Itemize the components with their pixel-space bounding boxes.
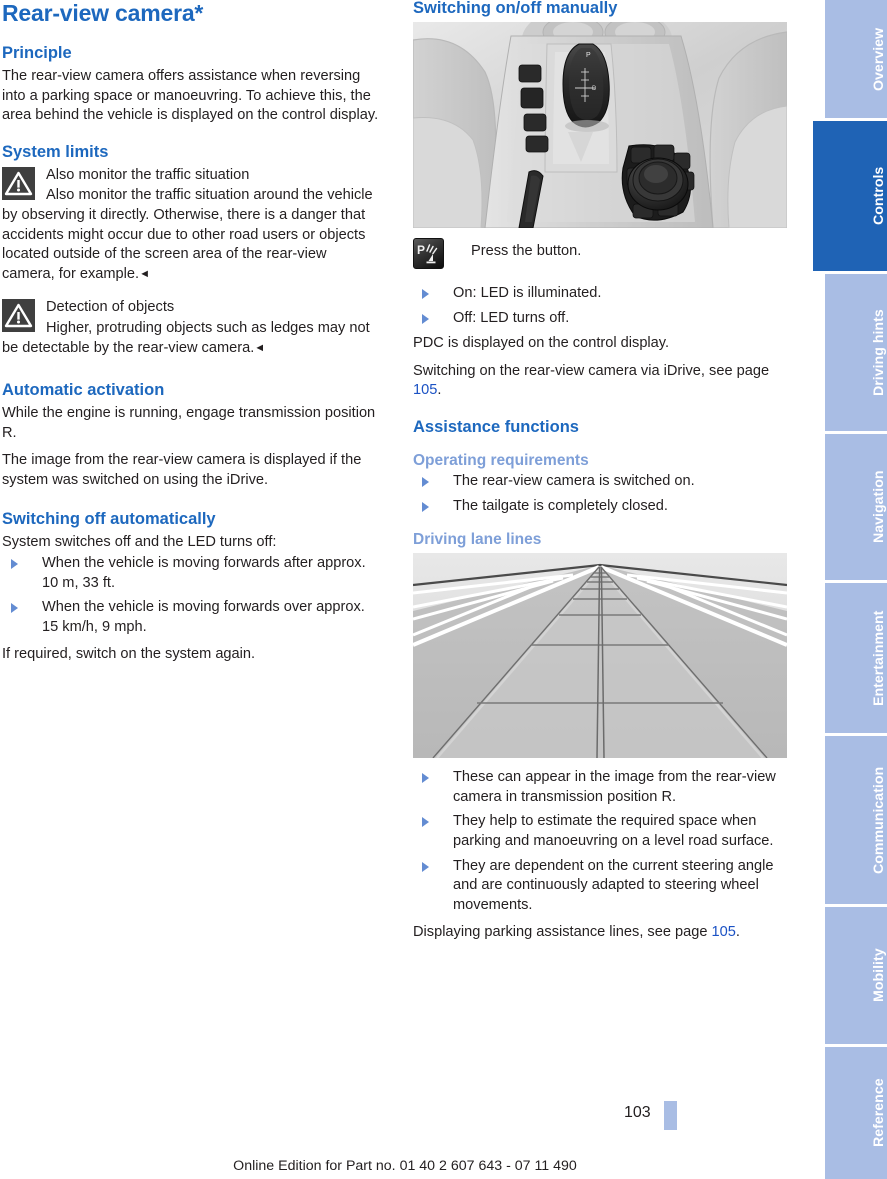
warning-title: Detection of objects (46, 299, 175, 316)
list-item: They help to estimate the required space… (413, 812, 792, 851)
list-item-label: They are dependent on the current steeri… (453, 857, 774, 913)
sidebar-tab-navigation[interactable]: Navigation (825, 434, 887, 580)
bullet-triangle-icon (422, 773, 429, 784)
warning-endmark: ◄ (139, 267, 150, 280)
bullet-triangle-icon (422, 501, 429, 512)
warning-endmark: ◄ (254, 341, 266, 354)
sidebar-tab-driving-hints[interactable]: Driving hints (825, 274, 887, 431)
list-item: When the vehicle is moving forwards afte… (2, 554, 381, 593)
warning-body: Also monitor the traffic situation aroun… (2, 186, 381, 284)
page-number: 103 (624, 1104, 651, 1121)
page-link[interactable]: 105 (413, 382, 437, 398)
sidebar-tab-entertainment[interactable]: Entertainment (825, 583, 887, 733)
list-item-label: When the vehicle is moving forwards afte… (42, 555, 366, 591)
sidebar-tab-communication[interactable]: Communication (825, 736, 887, 904)
pdc-button-icon[interactable]: P (413, 238, 444, 269)
list-item-label: When the vehicle is moving forwards over… (42, 599, 365, 635)
warning-block: Also monitor the traffic situation Also … (2, 166, 381, 285)
driving-lane-lines-bullets: These can appear in the image from the r… (413, 768, 792, 915)
footer-text: Online Edition for Part no. 01 40 2 607 … (233, 1158, 577, 1174)
bullet-triangle-icon (422, 313, 429, 324)
center-console-illustration: P D (412, 15, 788, 229)
warning-body-text: Also monitor the traffic situation aroun… (2, 187, 373, 282)
page-link[interactable]: 105 (712, 924, 736, 940)
warning-title: Also monitor the traffic situation (46, 166, 250, 183)
heading-automatic-activation: Automatic activation (2, 381, 165, 400)
sidebar-tab-reference[interactable]: Reference (825, 1047, 887, 1179)
bullet-triangle-icon (11, 603, 18, 614)
list-item: These can appear in the image from the r… (413, 768, 792, 807)
parking-lines-reference: Displaying parking assistance lines, see… (413, 923, 792, 943)
heading-operating-requirements: Operating requirements (413, 451, 589, 469)
sidebar-tab-label: Overview (871, 27, 887, 91)
sidebar-tab-label: Entertainment (871, 610, 887, 706)
list-item: The tailgate is completely closed. (413, 497, 792, 517)
bullet-triangle-icon (422, 817, 429, 828)
sidebar-tab-label: Navigation (871, 470, 887, 544)
list-item: Off: LED turns off. (413, 309, 792, 329)
led-state-bullets: On: LED is illuminated. Off: LED turns o… (413, 284, 792, 328)
warning-triangle-icon (2, 166, 35, 200)
list-item-label: Off: LED turns off. (453, 309, 570, 326)
svg-text:P: P (586, 52, 591, 59)
list-item: When the vehicle is moving forwards over… (2, 598, 381, 637)
switching-off-closing: If required, switch on the system again. (2, 646, 256, 663)
list-item-label: The tailgate is completely closed. (453, 497, 668, 514)
idrive-reference-pre: Switching on the rear-view camera via iD… (413, 362, 770, 379)
sidebar-tab-label: Controls (871, 166, 887, 226)
heading-switching-manually: Switching on/off manually (413, 0, 618, 17)
sidebar-tab-mobility[interactable]: Mobility (825, 907, 887, 1044)
automatic-activation-p1: While the engine is running, engage tran… (2, 405, 376, 441)
heading-system-limits: System limits (2, 142, 109, 161)
principle-text: The rear-view camera offers assistance w… (2, 68, 379, 124)
list-item: The rear-view camera is switched on. (413, 472, 792, 492)
parking-lines-post: . (735, 924, 740, 941)
bullet-triangle-icon (422, 861, 429, 872)
sidebar-tab-controls[interactable]: Controls (813, 121, 887, 271)
sidebar-tab-label: Reference (871, 1078, 887, 1148)
heading-assistance-functions: Assistance functions (413, 417, 579, 436)
warning-body-text: Higher, protruding objects such as ledge… (2, 319, 370, 356)
press-button-label: Press the button. (471, 243, 582, 259)
sidebar-tab-label: Mobility (871, 948, 887, 1003)
pdc-display-text: PDC is displayed on the control display. (413, 335, 670, 352)
warning-body: Higher, protruding objects such as ledge… (2, 319, 381, 358)
sidebar-tab-overview[interactable]: Overview (825, 0, 887, 118)
switching-off-intro: System switches off and the LED turns of… (2, 533, 277, 550)
list-item: They are dependent on the current steeri… (413, 857, 792, 916)
right-column: Switching on/off manually P D P Press th… (412, 0, 792, 951)
switching-off-bullets: When the vehicle is moving forwards afte… (2, 554, 381, 637)
heading-principle: Principle (2, 44, 72, 62)
idrive-reference-post: . (437, 382, 442, 399)
driving-lane-lines-illustration (412, 553, 788, 759)
list-item-label: They help to estimate the required space… (453, 813, 774, 849)
list-item: On: LED is illuminated. (413, 284, 792, 304)
sidebar-tab-label: Driving hints (871, 309, 887, 396)
warning-block: Detection of objects Higher, protruding … (2, 298, 381, 358)
list-item-label: The rear-view camera is switched on. (453, 472, 695, 489)
manual-page: Rear-view camera* Principle The rear-vie… (0, 0, 887, 1179)
idrive-reference-text: Switching on the rear-view camera via iD… (413, 362, 792, 401)
bullet-triangle-icon (11, 559, 18, 570)
warning-triangle-icon (2, 299, 35, 333)
svg-text:P: P (417, 243, 425, 257)
automatic-activation-p2: The image from the rear-view camera is d… (2, 452, 362, 488)
heading-driving-lane-lines: Driving lane lines (413, 531, 542, 549)
list-item-label: These can appear in the image from the r… (453, 769, 776, 805)
list-item-label: On: LED is illuminated. (453, 285, 602, 301)
operating-requirements-bullets: The rear-view camera is switched on. The… (413, 472, 792, 516)
bullet-triangle-icon (422, 289, 429, 299)
left-column: Rear-view camera* Principle The rear-vie… (2, 0, 381, 673)
bullet-triangle-icon (422, 476, 429, 487)
page-title: Rear-view camera* (2, 0, 204, 26)
parking-lines-pre: Displaying parking assistance lines, see… (413, 924, 712, 941)
sidebar-tab-label: Communication (871, 766, 887, 874)
svg-text:D: D (592, 86, 597, 92)
press-button-row: P Press the button. (413, 238, 792, 272)
chapter-tab-rail: Overview Controls Driving hints Navigati… (810, 0, 887, 1179)
heading-switching-off: Switching off automatically (2, 509, 216, 528)
folio-bar (664, 1101, 677, 1130)
